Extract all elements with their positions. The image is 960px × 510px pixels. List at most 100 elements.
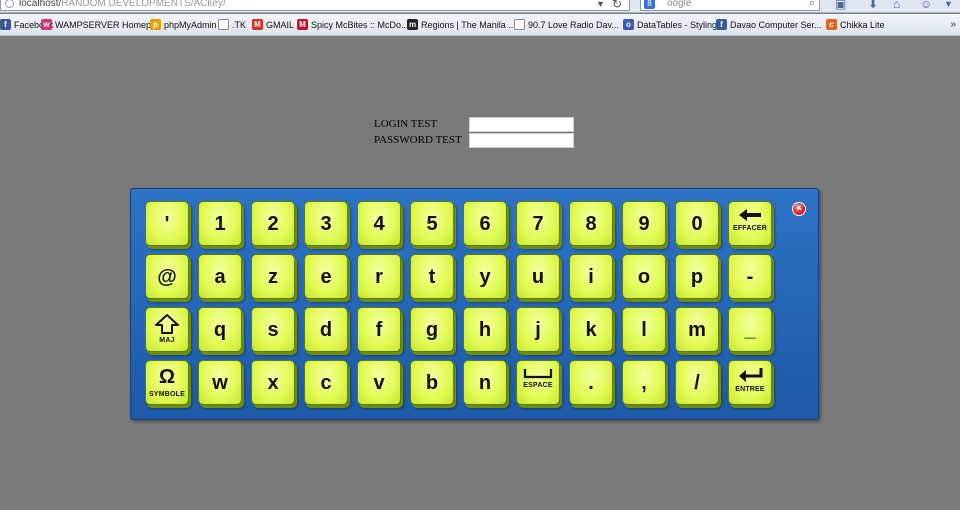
key-at[interactable]: @ xyxy=(145,254,189,299)
entree-key[interactable]: ENTREE xyxy=(728,360,772,405)
key-slash[interactable]: / xyxy=(675,360,719,405)
key-7[interactable]: 7 xyxy=(516,201,560,246)
key-i[interactable]: i xyxy=(569,254,613,299)
key-g[interactable]: g xyxy=(410,307,454,352)
key-y[interactable]: y xyxy=(463,254,507,299)
key-label: f xyxy=(375,319,383,341)
key-p[interactable]: p xyxy=(675,254,719,299)
key-underscore[interactable]: _ xyxy=(728,307,772,352)
key-label: b xyxy=(425,372,439,394)
key-h[interactable]: h xyxy=(463,307,507,352)
bookmark-label: phpMyAdmin xyxy=(164,20,217,30)
bookmark-favicon-icon: p xyxy=(150,19,161,30)
key-q[interactable]: q xyxy=(198,307,242,352)
key-9[interactable]: 9 xyxy=(622,201,666,246)
key-m[interactable]: m xyxy=(675,307,719,352)
bookmark-item[interactable]: c Chikka Lite xyxy=(826,19,885,31)
key-j[interactable]: j xyxy=(516,307,560,352)
key-2[interactable]: 2 xyxy=(251,201,295,246)
bookmark-label: Regions | The Manila ... xyxy=(421,20,516,30)
bookmark-label: 90.7 Love Radio Dav... xyxy=(528,20,619,30)
key-d[interactable]: d xyxy=(304,307,348,352)
bookmark-item[interactable]: p phpMyAdmin xyxy=(150,19,217,31)
bookmark-item[interactable]: .TK xyxy=(218,19,246,31)
key-o[interactable]: o xyxy=(622,254,666,299)
url-bar[interactable]: localhost/RANDOM DEVELOPMENTS/ACkey/ xyxy=(0,0,630,11)
key-label: . xyxy=(588,372,594,394)
key-f[interactable]: f xyxy=(357,307,401,352)
bookmark-item[interactable]: m Regions | The Manila ... xyxy=(407,19,516,31)
menu-dropdown-icon[interactable]: ▼ xyxy=(944,0,953,9)
downloads-icon[interactable]: ⬇ xyxy=(868,0,878,11)
bookmark-item[interactable]: o DataTables - Styling xyxy=(623,19,717,31)
key-label: g xyxy=(425,319,439,341)
key-comma[interactable]: , xyxy=(622,360,666,405)
key-l[interactable]: l xyxy=(622,307,666,352)
key-5[interactable]: 5 xyxy=(410,201,454,246)
key-b[interactable]: b xyxy=(410,360,454,405)
key-3[interactable]: 3 xyxy=(304,201,348,246)
bookmark-favicon-icon xyxy=(514,19,525,30)
bookmark-item[interactable]: f Davao Computer Ser... xyxy=(716,19,822,31)
bookmark-item[interactable]: w WAMPSERVER Homep... xyxy=(41,19,159,31)
url-history-dropdown-icon[interactable]: ▼ xyxy=(596,0,605,9)
bookmark-item[interactable]: 90.7 Love Radio Dav... xyxy=(514,19,619,31)
bookmark-label: Chikka Lite xyxy=(840,20,885,30)
key-label: a xyxy=(214,266,226,288)
key-u[interactable]: u xyxy=(516,254,560,299)
key-label: o xyxy=(637,266,651,288)
key-label: k xyxy=(585,319,597,341)
symbole-key[interactable]: Ω SYMBOLE xyxy=(145,360,189,405)
key-apostrophe[interactable]: ' xyxy=(145,201,189,246)
key-k[interactable]: k xyxy=(569,307,613,352)
bookmark-favicon-icon: o xyxy=(623,19,634,30)
reload-icon[interactable]: ↻ xyxy=(612,0,622,11)
key-a[interactable]: a xyxy=(198,254,242,299)
key-label: u xyxy=(531,266,545,288)
bookmark-item[interactable]: M GMAIL xyxy=(252,19,294,31)
key-x[interactable]: x xyxy=(251,360,295,405)
login-input[interactable] xyxy=(469,117,574,132)
bookmark-menu-icon[interactable]: ▣ xyxy=(835,0,846,11)
key-hyphen[interactable]: - xyxy=(728,254,772,299)
search-go-icon[interactable]: ⌕ xyxy=(809,0,815,10)
bookmarks-bar: f Facebook w WAMPSERVER Homep... p phpMyAdmin… xyxy=(0,14,960,36)
close-icon[interactable]: × xyxy=(792,202,806,216)
key-label: m xyxy=(688,319,706,341)
key-6[interactable]: 6 xyxy=(463,201,507,246)
bookmarks-more-icon[interactable]: » xyxy=(950,19,956,30)
key-8[interactable]: 8 xyxy=(569,201,613,246)
key-label: d xyxy=(319,319,333,341)
key-n[interactable]: n xyxy=(463,360,507,405)
key-e[interactable]: e xyxy=(304,254,348,299)
password-input[interactable] xyxy=(469,133,574,148)
search-engine-icon[interactable]: 8 xyxy=(644,0,655,9)
key-0[interactable]: 0 xyxy=(675,201,719,246)
key-label: 9 xyxy=(638,213,650,235)
key-w[interactable]: w xyxy=(198,360,242,405)
key-z[interactable]: z xyxy=(251,254,295,299)
key-period[interactable]: . xyxy=(569,360,613,405)
bookmark-favicon-icon: w xyxy=(41,19,52,30)
bookmark-favicon-icon: M xyxy=(252,19,263,30)
bookmark-label: GMAIL xyxy=(266,20,295,30)
key-label: r xyxy=(375,266,383,288)
key-label: 3 xyxy=(320,213,332,235)
key-4[interactable]: 4 xyxy=(357,201,401,246)
key-s[interactable]: s xyxy=(251,307,295,352)
home-icon[interactable]: ⌂ xyxy=(893,0,900,11)
addon-icon[interactable]: ☺ xyxy=(920,0,932,11)
key-c[interactable]: c xyxy=(304,360,348,405)
search-input[interactable]: 8 oogle ⌕ xyxy=(640,0,820,11)
key-v[interactable]: v xyxy=(357,360,401,405)
maj-key[interactable]: MAJ xyxy=(145,307,189,352)
password-label: PASSWORD TEST xyxy=(374,134,462,146)
key-r[interactable]: r xyxy=(357,254,401,299)
effacer-key[interactable]: EFFACER xyxy=(728,201,772,246)
key-1[interactable]: 1 xyxy=(198,201,242,246)
key-label: z xyxy=(268,266,278,288)
key-t[interactable]: t xyxy=(410,254,454,299)
espace-key[interactable]: ESPACE xyxy=(516,360,560,405)
key-label: e xyxy=(320,266,332,288)
bookmark-item[interactable]: M Spicy McBites :: McDo... xyxy=(297,19,409,31)
